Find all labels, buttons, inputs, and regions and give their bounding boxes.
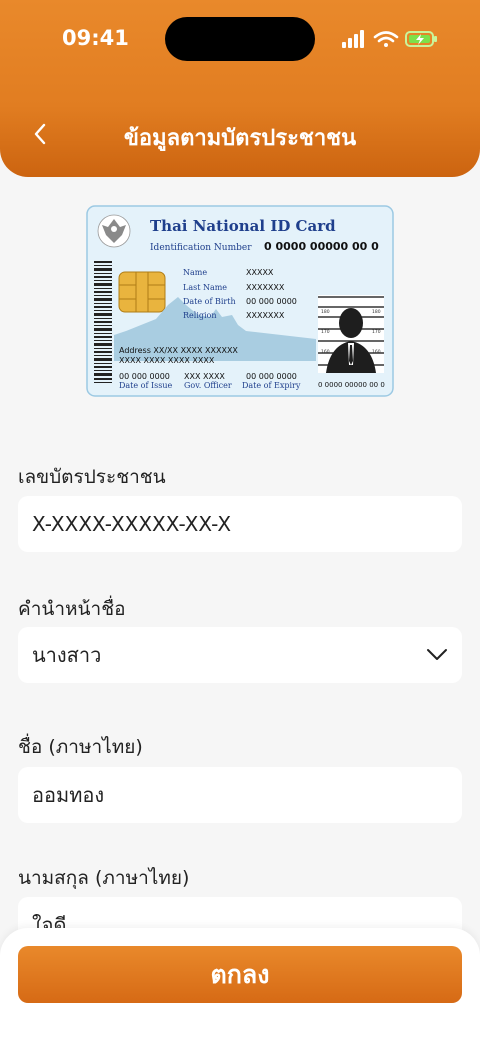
battery-charging-icon bbox=[405, 31, 437, 47]
photo-id-value: 0 0000 00000 00 0 bbox=[318, 381, 385, 389]
header-bar: 09:41 ข้อมูลตามบัตรประชาชน bbox=[0, 0, 480, 177]
svg-text:170: 170 bbox=[321, 329, 330, 335]
card-religion-value: XXXXXXX bbox=[246, 311, 285, 320]
svg-text:180: 180 bbox=[321, 309, 330, 315]
svg-text:160: 160 bbox=[372, 349, 381, 355]
svg-text:180: 180 bbox=[372, 309, 381, 315]
cellular-signal-icon bbox=[342, 30, 364, 48]
card-address-line1: Address XX/XX XXXX XXXXXX bbox=[119, 346, 238, 355]
card-address-line2: XXXX XXXX XXXX XXXX bbox=[119, 356, 215, 365]
id-number-value: X-XXXX-XXXXX-XX-X bbox=[32, 512, 232, 536]
garuda-emblem-icon bbox=[97, 214, 131, 248]
card-lastname-label: Last Name bbox=[183, 283, 227, 292]
card-religion-label: Religion bbox=[183, 311, 217, 320]
card-expiry-label: Date of Expiry bbox=[242, 381, 301, 390]
svg-text:160: 160 bbox=[321, 349, 330, 355]
card-expiry-value: 00 000 0000 bbox=[246, 372, 297, 381]
id-number-field[interactable]: X-XXXX-XXXXX-XX-X bbox=[18, 496, 462, 552]
sim-chip-icon bbox=[118, 271, 166, 313]
card-name-value: XXXXX bbox=[246, 268, 274, 277]
firstname-field[interactable]: ออมทอง bbox=[18, 767, 462, 823]
card-issue-label: Date of Issue bbox=[119, 381, 173, 390]
id-number-label: เลขบัตรประชาชน bbox=[18, 466, 166, 488]
card-lastname-value: XXXXXXX bbox=[246, 283, 285, 292]
firstname-label: ชื่อ (ภาษาไทย) bbox=[18, 736, 143, 758]
card-name-label: Name bbox=[183, 268, 207, 277]
card-issue-value: 00 000 0000 bbox=[119, 372, 170, 381]
dynamic-island bbox=[165, 17, 315, 61]
wifi-icon bbox=[373, 31, 399, 47]
prefix-select[interactable]: นางสาว bbox=[18, 627, 462, 683]
svg-text:170: 170 bbox=[372, 329, 381, 335]
card-officer-label: Gov. Officer bbox=[184, 381, 232, 390]
prefix-value: นางสาว bbox=[32, 643, 102, 667]
lastname-label: นามสกุล (ภาษาไทย) bbox=[18, 867, 190, 889]
card-dob-label: Date of Birth bbox=[183, 297, 236, 306]
prefix-label: คำนำหน้าชื่อ bbox=[18, 598, 126, 620]
id-card-illustration: Thai National ID Card Identification Num… bbox=[86, 205, 394, 397]
card-officer-value: XXX XXXX bbox=[184, 372, 225, 381]
chevron-down-icon bbox=[427, 649, 447, 660]
card-title: Thai National ID Card bbox=[150, 217, 336, 235]
status-time: 09:41 bbox=[62, 26, 129, 50]
card-dob-value: 00 000 0000 bbox=[246, 297, 297, 306]
firstname-value: ออมทอง bbox=[32, 783, 105, 807]
status-icons bbox=[342, 30, 437, 48]
card-id-label: Identification Number bbox=[150, 243, 252, 253]
page-title: ข้อมูลตามบัตรประชาชน bbox=[123, 126, 357, 151]
confirm-button[interactable]: ตกลง bbox=[18, 946, 462, 1003]
card-id-value: 0 0000 00000 00 0 bbox=[264, 240, 379, 253]
